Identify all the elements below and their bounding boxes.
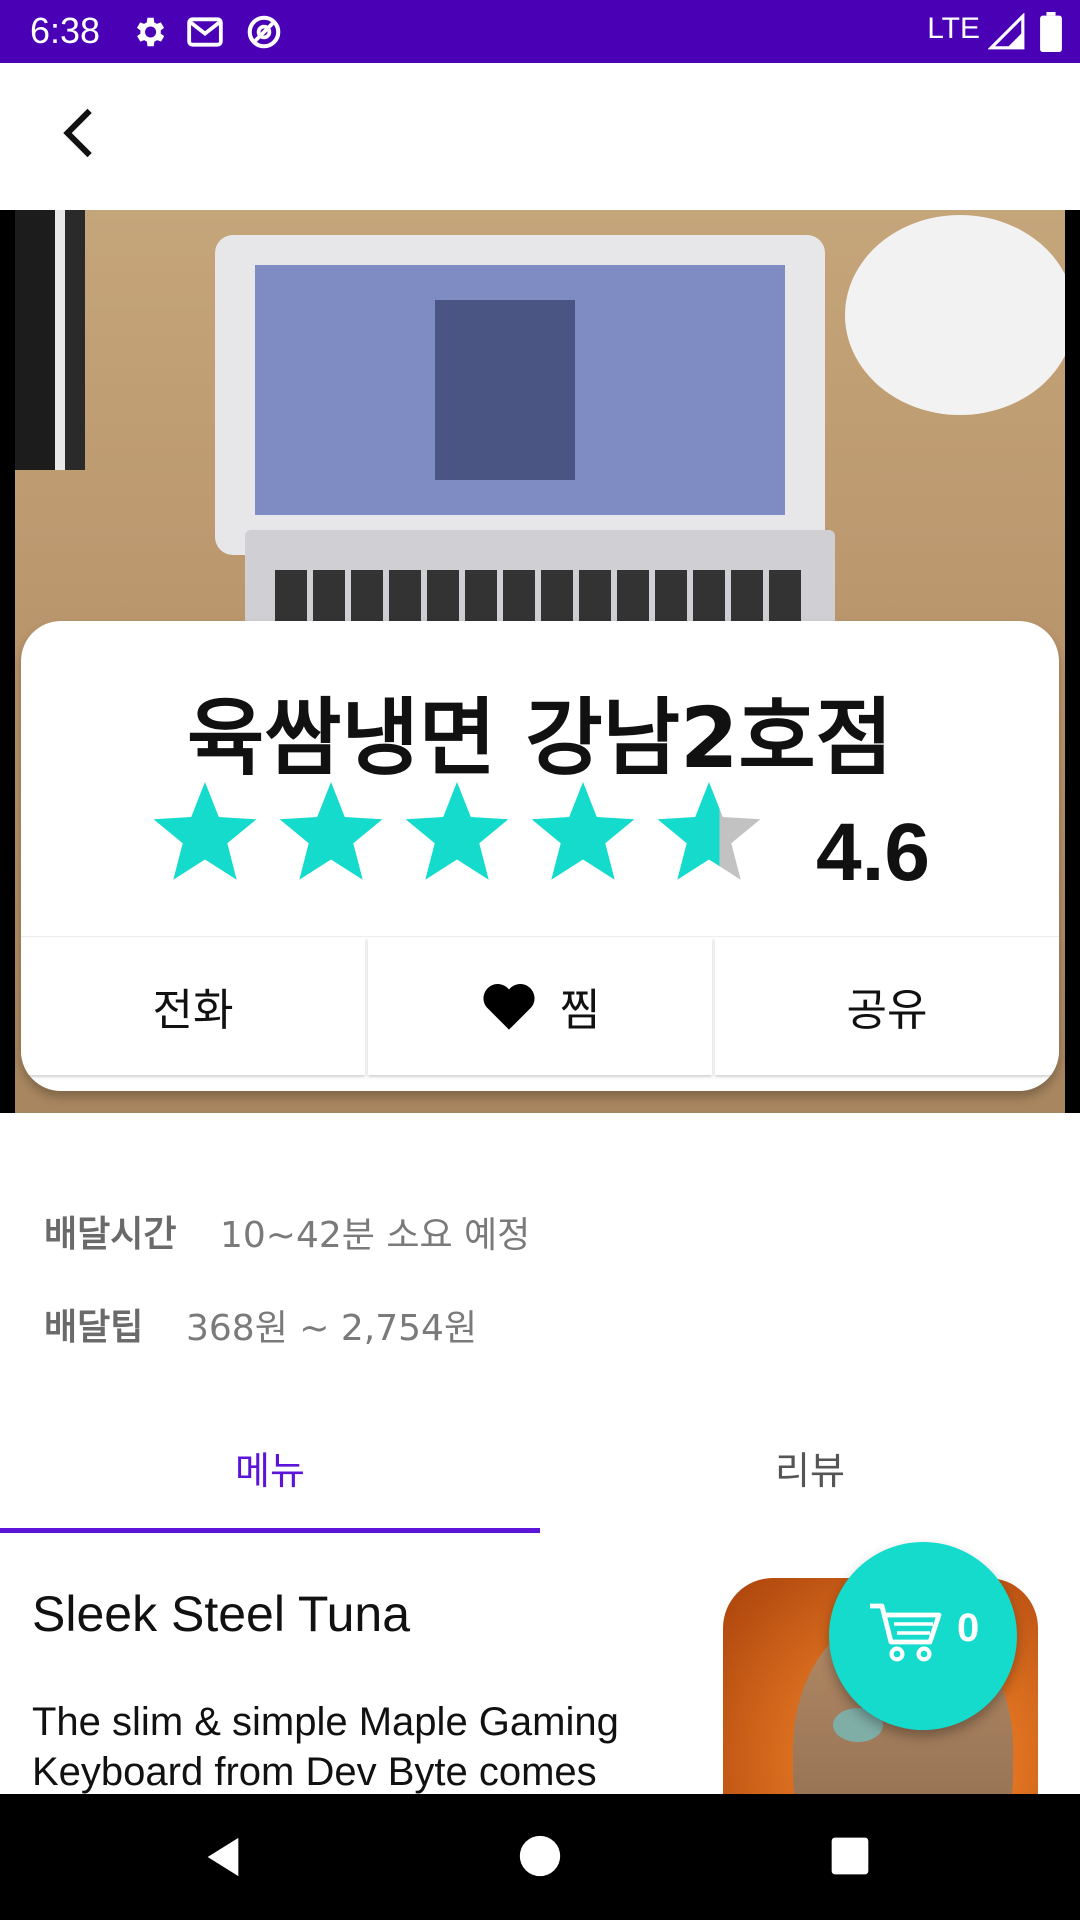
- store-name: 육쌈냉면 강남2호점: [187, 689, 893, 787]
- heart-icon: [483, 984, 535, 1030]
- delivery-tip-label: 배달팁: [44, 1307, 144, 1348]
- star-icon: [405, 782, 509, 880]
- call-label: 전화: [152, 985, 234, 1036]
- cart-count: 0: [957, 1606, 980, 1650]
- star-icon: [531, 782, 635, 880]
- status-time: 6:38: [30, 10, 101, 51]
- nav-back-icon[interactable]: [200, 1834, 246, 1880]
- nav-home-icon[interactable]: [518, 1834, 562, 1878]
- network-type: LTE: [927, 12, 980, 45]
- share-label: 공유: [846, 985, 928, 1036]
- star-icon: [657, 782, 761, 880]
- delivery-time-value: 10~42분 소요 예정: [220, 1215, 531, 1256]
- cart-icon: [870, 1603, 942, 1662]
- mouse-shape: [845, 215, 1065, 415]
- notebook-shape: [15, 210, 85, 470]
- delivery-time-label: 배달시간: [44, 1214, 177, 1255]
- store-info-card: 육쌈냉면 강남2호점 4.6 전화 찜 공유: [21, 621, 1059, 1091]
- menu-item-description: The slim & simple Maple Gaming Keyboard …: [32, 1700, 619, 1794]
- menu-item-name[interactable]: Sleek Steel Tuna: [32, 1585, 410, 1643]
- signal-icon: [988, 13, 1025, 50]
- star-icon: [279, 782, 383, 880]
- system-nav-bar: [0, 1794, 1080, 1920]
- tab-reviews[interactable]: 리뷰: [540, 1440, 1080, 1495]
- delivery-tip-value: 368원 ~ 2,754원: [186, 1308, 478, 1349]
- favorite-label: 찜: [559, 985, 601, 1036]
- at-sign-icon: [247, 15, 281, 49]
- status-bar: 6:38 LTE: [0, 0, 1080, 63]
- app-bar: [0, 63, 1080, 211]
- tab-indicator: [0, 1528, 540, 1533]
- store-actions: 전화 찜 공유: [21, 936, 1059, 1091]
- call-button[interactable]: 전화: [21, 937, 365, 1075]
- nav-recents-icon[interactable]: [830, 1836, 870, 1876]
- rating-stars: [153, 782, 761, 880]
- star-icon: [153, 782, 257, 880]
- gmail-icon: [187, 17, 223, 47]
- back-arrow-icon[interactable]: [50, 103, 110, 163]
- cart-button[interactable]: 0: [829, 1542, 1017, 1730]
- favorite-button[interactable]: 찜: [368, 937, 712, 1075]
- rating-value: 4.6: [816, 807, 930, 898]
- share-button[interactable]: 공유: [715, 937, 1059, 1075]
- tab-menu[interactable]: 메뉴: [0, 1440, 540, 1495]
- battery-icon: [1040, 12, 1062, 52]
- gear-icon: [136, 17, 165, 47]
- screen-figure: [435, 300, 575, 480]
